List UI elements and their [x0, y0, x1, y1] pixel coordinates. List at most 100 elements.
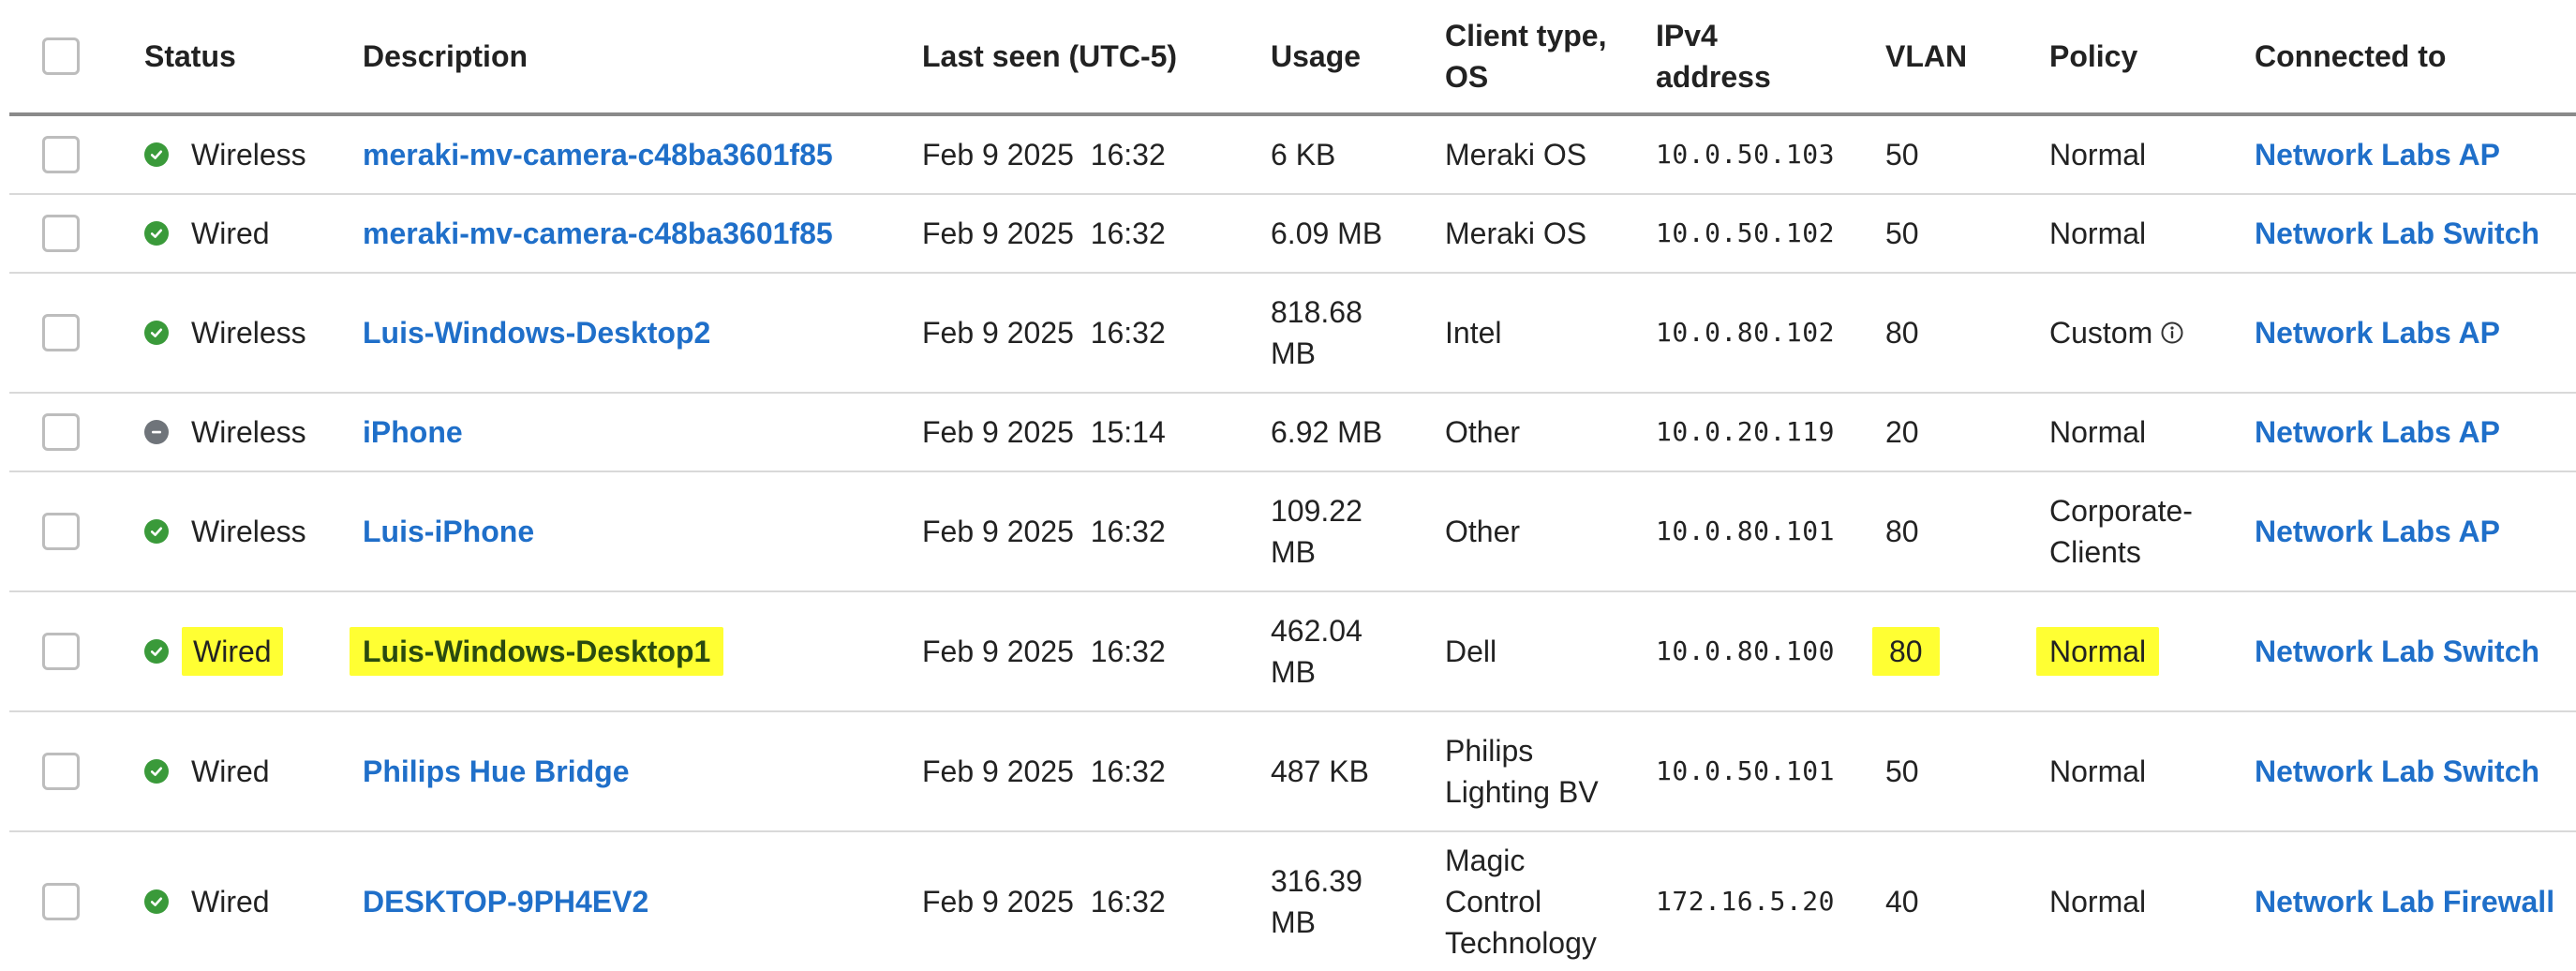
description-cell: meraki-mv-camera-c48ba3601f85	[363, 195, 916, 272]
connected-device-link[interactable]: Network Lab Firewall	[2255, 881, 2554, 922]
header-ipv4[interactable]: IPv4 address	[1656, 0, 1885, 112]
header-client-type-label: Client type, OS	[1445, 19, 1607, 94]
client-type-value: Other	[1445, 515, 1521, 548]
header-checkbox-cell	[42, 0, 98, 112]
description-cell: Luis-Windows-Desktop2	[363, 274, 916, 392]
usage-cell: 316.39 MB	[1271, 832, 1439, 971]
connected-device-link[interactable]: Network Lab Switch	[2255, 631, 2539, 672]
header-policy[interactable]: Policy	[2049, 0, 2251, 112]
client-type-value: Philips Lighting BV	[1445, 734, 1599, 809]
ipv4-cell: 10.0.80.100	[1656, 592, 1885, 710]
last-seen-value: Feb 9 2025 16:32	[922, 217, 1166, 250]
row-checkbox[interactable]	[42, 753, 80, 790]
description-cell: DESKTOP-9PH4EV2	[363, 832, 916, 971]
connected-device-link[interactable]: Network Labs AP	[2255, 511, 2500, 552]
row-checkbox-cell	[42, 832, 98, 971]
client-description-link[interactable]: meraki-mv-camera-c48ba3601f85	[363, 134, 833, 175]
connected-device-link[interactable]: Network Labs AP	[2255, 134, 2500, 175]
ipv4-value: 10.0.50.102	[1656, 217, 1835, 248]
connected-device-link[interactable]: Network Lab Switch	[2255, 751, 2539, 792]
row-checkbox[interactable]	[42, 513, 80, 550]
client-description-link[interactable]: Luis-Windows-Desktop1	[350, 627, 724, 676]
vlan-cell: 50	[1885, 195, 2045, 272]
last-seen-value: Feb 9 2025 16:32	[922, 635, 1166, 668]
status-cell: Wired	[144, 195, 360, 272]
status-label: Wired	[191, 754, 270, 788]
connected-device-link[interactable]: Network Labs AP	[2255, 312, 2500, 353]
header-description[interactable]: Description	[363, 0, 916, 112]
row-checkbox[interactable]	[42, 633, 80, 670]
table-row[interactable]: Wireless iPhone Feb 9 2025 15:14 6.92 MB Oth…	[9, 394, 2576, 472]
header-connected-to[interactable]: Connected to	[2255, 0, 2576, 112]
client-description-link[interactable]: Luis-iPhone	[363, 511, 534, 552]
vlan-value: 20	[1885, 415, 1919, 449]
connected-to-cell: Network Labs AP	[2255, 274, 2576, 392]
row-checkbox[interactable]	[42, 136, 80, 173]
client-description-link[interactable]: Philips Hue Bridge	[363, 751, 629, 792]
client-type-value: Magic Control Technology	[1445, 844, 1597, 960]
connected-to-cell: Network Labs AP	[2255, 116, 2576, 193]
client-description-link[interactable]: Luis-Windows-Desktop2	[363, 312, 710, 353]
policy-cell: Corporate-Clients	[2049, 472, 2251, 590]
row-checkbox[interactable]	[42, 215, 80, 252]
description-cell: meraki-mv-camera-c48ba3601f85	[363, 116, 916, 193]
client-type-cell: Magic Control Technology	[1445, 832, 1660, 971]
description-cell: Luis-Windows-Desktop1	[350, 592, 916, 710]
table-row[interactable]: Wireless meraki-mv-camera-c48ba3601f85 Feb…	[9, 116, 2576, 195]
last-seen-cell: Feb 9 2025 16:32	[922, 116, 1269, 193]
client-type-value: Dell	[1445, 635, 1497, 668]
usage-cell: 818.68 MB	[1271, 274, 1439, 392]
table-row[interactable]: Wired Philips Hue Bridge Feb 9 2025 16:32 4…	[9, 712, 2576, 832]
table-row[interactable]: Wireless Luis-iPhone Feb 9 2025 16:32 109.2…	[9, 472, 2576, 592]
connected-to-cell: Network Labs AP	[2255, 472, 2576, 590]
description-cell: iPhone	[363, 394, 916, 471]
policy-cell: Normal	[2049, 832, 2251, 971]
client-description-link[interactable]: iPhone	[363, 411, 463, 453]
status-label: Wired	[182, 627, 283, 676]
table-header-row: Status Description Last seen (UTC-5) Usa…	[9, 0, 2576, 116]
description-cell: Philips Hue Bridge	[363, 712, 916, 830]
vlan-value: 80	[1885, 515, 1919, 548]
last-seen-value: Feb 9 2025 16:32	[922, 515, 1166, 548]
vlan-cell: 80	[1885, 472, 2045, 590]
table-row[interactable]: Wired Luis-Windows-Desktop1 Feb 9 2025 16:…	[9, 592, 2576, 712]
check-circle-icon	[144, 759, 169, 784]
last-seen-cell: Feb 9 2025 16:32	[922, 472, 1269, 590]
header-last-seen[interactable]: Last seen (UTC-5)	[922, 0, 1269, 112]
ipv4-cell: 10.0.50.101	[1656, 712, 1885, 830]
row-checkbox[interactable]	[42, 883, 80, 920]
check-circle-icon	[144, 142, 169, 167]
header-status[interactable]: Status	[144, 0, 360, 112]
table-row[interactable]: Wired meraki-mv-camera-c48ba3601f85 Feb 9 …	[9, 195, 2576, 274]
table-row[interactable]: Wireless Luis-Windows-Desktop2 Feb 9 2025 …	[9, 274, 2576, 394]
client-description-link[interactable]: meraki-mv-camera-c48ba3601f85	[363, 213, 833, 254]
last-seen-cell: Feb 9 2025 16:32	[922, 592, 1269, 710]
ipv4-cell: 10.0.80.101	[1656, 472, 1885, 590]
row-checkbox[interactable]	[42, 413, 80, 451]
client-type-cell: Dell	[1445, 592, 1660, 710]
header-connected-to-label: Connected to	[2255, 39, 2447, 73]
connected-device-link[interactable]: Network Lab Switch	[2255, 213, 2539, 254]
client-type-value: Intel	[1445, 316, 1502, 350]
table-row[interactable]: Wired DESKTOP-9PH4EV2 Feb 9 2025 16:32 316.…	[9, 832, 2576, 971]
ipv4-cell: 10.0.50.103	[1656, 116, 1885, 193]
usage-value: 316.39 MB	[1271, 864, 1362, 939]
client-type-cell: Other	[1445, 394, 1660, 471]
connected-device-link[interactable]: Network Labs AP	[2255, 411, 2500, 453]
client-description-link[interactable]: DESKTOP-9PH4EV2	[363, 881, 648, 922]
vlan-cell: 80	[1885, 274, 2045, 392]
ipv4-cell: 172.16.5.20	[1656, 832, 1885, 971]
usage-value: 6 KB	[1271, 138, 1336, 172]
table-body: Wireless meraki-mv-camera-c48ba3601f85 Feb…	[9, 116, 2576, 971]
row-checkbox[interactable]	[42, 314, 80, 351]
check-circle-icon	[144, 519, 169, 544]
select-all-checkbox[interactable]	[42, 37, 80, 75]
header-client-type[interactable]: Client type, OS	[1445, 0, 1660, 112]
status-cell: Wireless	[144, 274, 360, 392]
header-usage[interactable]: Usage	[1271, 0, 1439, 112]
client-type-value: Meraki OS	[1445, 138, 1587, 172]
info-circle-icon[interactable]	[2160, 321, 2184, 345]
policy-cell: Normal	[2036, 592, 2251, 710]
connected-to-cell: Network Lab Switch	[2255, 195, 2576, 272]
header-vlan[interactable]: VLAN	[1885, 0, 2045, 112]
